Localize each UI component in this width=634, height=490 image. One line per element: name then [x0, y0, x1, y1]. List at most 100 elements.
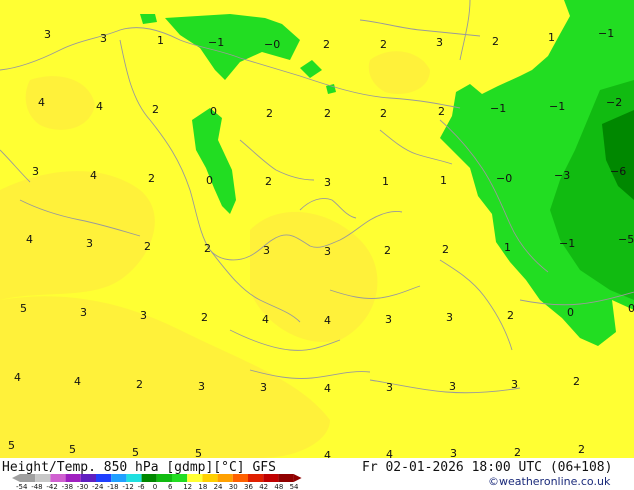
- contour-label: 3: [449, 380, 456, 393]
- contour-label: −1: [490, 102, 506, 115]
- colorbar-swatch: [156, 474, 172, 482]
- contour-label: 0: [628, 302, 634, 315]
- contour-label: 4: [324, 382, 331, 395]
- contour-label: 5: [8, 439, 15, 452]
- contour-label: 3: [86, 237, 93, 250]
- contour-label: 4: [74, 375, 81, 388]
- contour-label: 2: [514, 446, 521, 459]
- contour-label: 3: [32, 165, 39, 178]
- contour-label: 5: [132, 446, 139, 459]
- contour-label: 3: [446, 311, 453, 324]
- colorbar-swatch: [232, 474, 248, 482]
- colorbar-swatch: [111, 474, 127, 482]
- contour-label: −6: [610, 165, 626, 178]
- contour-label: 2: [144, 240, 151, 253]
- colorbar-tick-label: 30: [229, 483, 238, 490]
- colorbar-tick-label: 12: [183, 483, 192, 490]
- colorbar-swatch: [20, 474, 36, 482]
- colorbar-swatch: [35, 474, 51, 482]
- map-credit: ©weatheronline.co.uk: [488, 475, 611, 488]
- map-title-left: Height/Temp. 850 hPa [gdmp][°C] GFS: [2, 460, 276, 475]
- colorbar-tick-label: -48: [31, 483, 42, 490]
- colorbar-tick-label: -54: [16, 483, 28, 490]
- colorbar-swatch: [278, 474, 294, 482]
- colorbar-tick-label: -42: [46, 483, 57, 490]
- colorbar-tick-label: 36: [244, 483, 253, 490]
- colorbar-swatch: [141, 474, 157, 482]
- contour-label: 0: [210, 105, 217, 118]
- colorbar-swatch: [187, 474, 203, 482]
- map-canvas: 3 3 1 −1 −0 2 2 3 2 1 −14 4 2 0 2 2 2 2 −1 −1 −23 4 2 0 2 3 1 1 −0 −3…: [0, 0, 634, 490]
- colorbar-tick-label: 0: [153, 483, 157, 490]
- contour-label: −1: [559, 237, 575, 250]
- contour-label: 1: [440, 174, 447, 187]
- contour-label: 3: [140, 309, 147, 322]
- contour-label: 4: [96, 100, 103, 113]
- contour-label: 3: [324, 176, 331, 189]
- contour-label: 5: [69, 443, 76, 456]
- colorbar-swatch: [65, 474, 81, 482]
- contour-label: −3: [554, 169, 570, 182]
- contour-label: −1: [549, 100, 565, 113]
- colorbar-swatch: [126, 474, 142, 482]
- contour-label: 2: [265, 175, 272, 188]
- contour-label: 2: [148, 172, 155, 185]
- colorbar-tick-label: 18: [198, 483, 207, 490]
- colorbar-tick-label: -24: [92, 483, 104, 490]
- weather-map: 3 3 1 −1 −0 2 2 3 2 1 −1 4 4 2 0 2 2 2 2 −1 −1 −2 3 4 2 0 2 3 1 1 −0 −3…: [0, 0, 634, 490]
- colorbar-tick-label: 6: [168, 483, 173, 490]
- contour-label: 4: [324, 314, 331, 327]
- contour-label: −0: [264, 38, 280, 51]
- colorbar-tick-label: 48: [274, 483, 283, 490]
- colorbar-tick-label: -6: [138, 483, 146, 490]
- colorbar-swatch: [202, 474, 218, 482]
- contour-label: 3: [385, 313, 392, 326]
- colorbar-swatch: [248, 474, 264, 482]
- contour-label: 3: [386, 381, 393, 394]
- contour-label: 4: [14, 371, 21, 384]
- colorbar-swatch: [50, 474, 66, 482]
- colorbar-tick-label: 54: [290, 483, 299, 490]
- contour-label: −5: [618, 233, 634, 246]
- contour-label: 2: [507, 309, 514, 322]
- contour-label: 1: [504, 241, 511, 254]
- contour-label: 1: [548, 31, 555, 44]
- contour-label: 4: [262, 313, 269, 326]
- contour-label: 4: [38, 96, 45, 109]
- colorbar-swatch: [96, 474, 112, 482]
- contour-label: 4: [90, 169, 97, 182]
- contour-label: 2: [380, 107, 387, 120]
- contour-label: 1: [157, 34, 164, 47]
- contour-label: 2: [204, 242, 211, 255]
- colorbar-tick-label: 24: [214, 483, 223, 490]
- contour-label: 3: [80, 306, 87, 319]
- contour-label: 3: [198, 380, 205, 393]
- contour-label: 3: [44, 28, 51, 41]
- contour-label: −1: [598, 27, 614, 40]
- contour-label: 3: [436, 36, 443, 49]
- contour-label: 0: [567, 306, 574, 319]
- colorbar-swatch: [80, 474, 96, 482]
- contour-label: 2: [438, 105, 445, 118]
- contour-label: 0: [206, 174, 213, 187]
- colorbar-tick-label: 42: [259, 483, 268, 490]
- contour-label: 1: [382, 175, 389, 188]
- colorbar-swatch: [172, 474, 188, 482]
- contour-label: 2: [266, 107, 273, 120]
- contour-label: 2: [201, 311, 208, 324]
- colorbar-tick-label: -30: [77, 483, 88, 490]
- colorbar-swatch: [263, 474, 279, 482]
- contour-label: 3: [263, 244, 270, 257]
- contour-label: 3: [260, 381, 267, 394]
- colorbar-tick-label: -12: [122, 483, 133, 490]
- contour-label: 3: [100, 32, 107, 45]
- contour-label: 3: [511, 378, 518, 391]
- colorbar-swatch: [217, 474, 233, 482]
- contour-label: 2: [573, 375, 580, 388]
- contour-label: 3: [324, 245, 331, 258]
- map-title-right: Fr 02-01-2026 18:00 UTC (06+108): [362, 460, 612, 475]
- contour-label: 2: [442, 243, 449, 256]
- contour-label: 4: [26, 233, 33, 246]
- contour-label: −0: [496, 172, 512, 185]
- contour-label: −1: [208, 36, 224, 49]
